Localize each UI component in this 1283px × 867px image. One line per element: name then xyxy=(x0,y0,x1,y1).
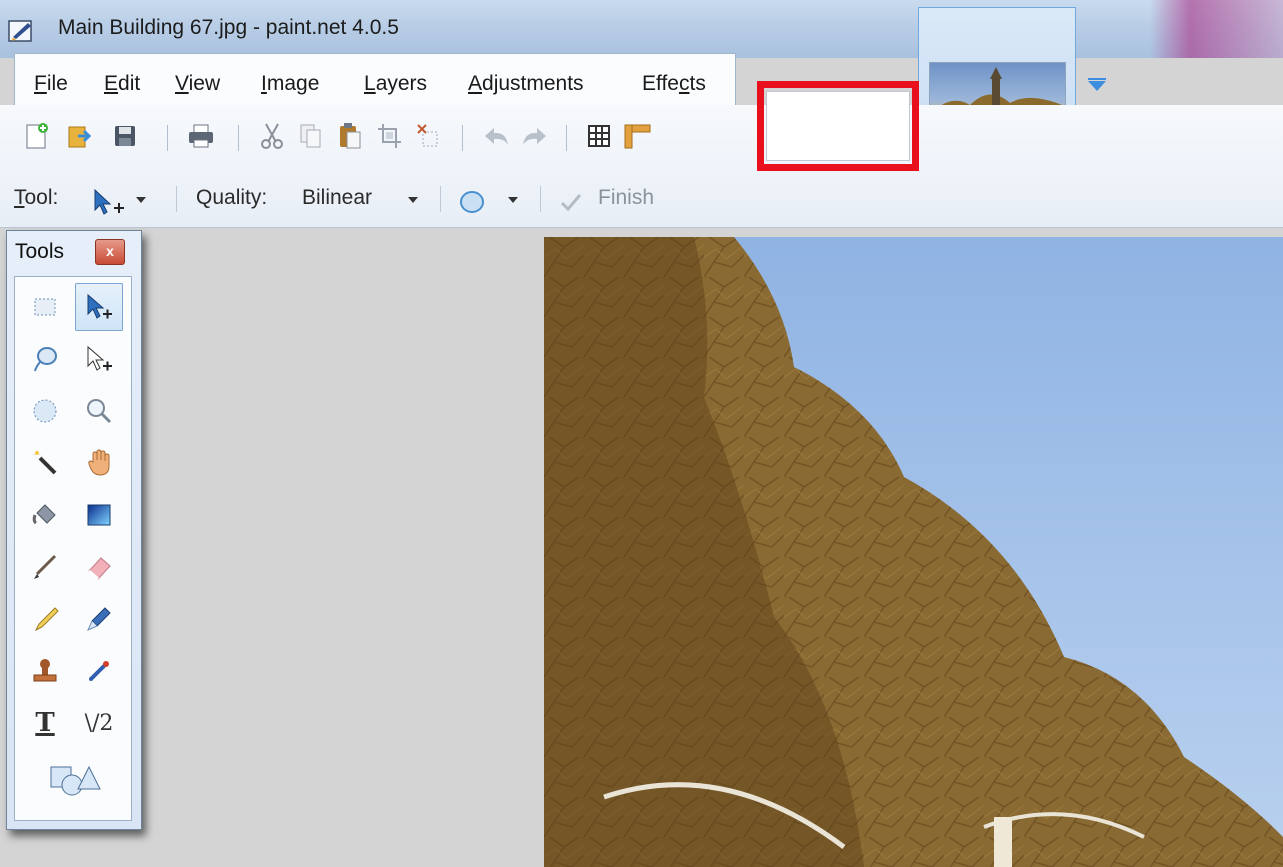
image-strip-dropdown-icon[interactable] xyxy=(1086,77,1108,95)
text-tool-icon[interactable]: T xyxy=(21,699,69,747)
deselect-icon[interactable] xyxy=(413,121,443,151)
new-icon[interactable] xyxy=(22,121,52,151)
grid-icon[interactable] xyxy=(584,121,614,151)
options-separator xyxy=(540,186,541,212)
pan-hand-icon[interactable] xyxy=(75,439,123,487)
close-icon[interactable]: x xyxy=(95,239,125,265)
antialiasing-icon[interactable] xyxy=(458,189,488,215)
move-selected-pixels-icon[interactable] xyxy=(75,283,123,331)
tools-panel: T \/2 xyxy=(14,276,132,821)
antialiasing-dropdown-arrow[interactable] xyxy=(508,197,518,203)
paste-icon[interactable] xyxy=(335,121,365,151)
paint-bucket-icon[interactable] xyxy=(21,491,69,539)
recolor-icon[interactable] xyxy=(75,647,123,695)
window-title: Main Building 67.jpg - paint.net 4.0.5 xyxy=(58,16,399,39)
magic-wand-icon[interactable] xyxy=(21,439,69,487)
menu-file[interactable]: File xyxy=(34,72,68,96)
color-picker-icon[interactable] xyxy=(75,595,123,643)
rectangle-select-icon[interactable] xyxy=(21,283,69,331)
menu-image[interactable]: Image xyxy=(261,72,319,96)
paintbrush-icon[interactable] xyxy=(21,543,69,591)
image-canvas[interactable] xyxy=(544,237,1283,867)
toolbar-separator xyxy=(566,125,567,151)
menu-layers[interactable]: Layers xyxy=(364,72,427,96)
undo-icon[interactable] xyxy=(481,121,511,151)
menu-edit[interactable]: Edit xyxy=(104,72,140,96)
options-separator xyxy=(440,186,441,212)
pencil-icon[interactable] xyxy=(21,595,69,643)
redo-icon[interactable] xyxy=(520,121,550,151)
ellipse-select-icon[interactable] xyxy=(21,387,69,435)
toolbar-separator xyxy=(167,125,168,151)
shapes-icon[interactable] xyxy=(45,755,105,803)
toolbar-separator xyxy=(462,125,463,151)
lasso-select-icon[interactable] xyxy=(21,335,69,383)
quality-label: Quality: xyxy=(196,186,268,209)
move-selection-icon[interactable] xyxy=(75,335,123,383)
tools-window[interactable]: Tools x T \/2 xyxy=(6,230,142,830)
save-icon[interactable] xyxy=(110,121,140,151)
current-tool-button[interactable] xyxy=(92,188,126,218)
title-bar: Main Building 67.jpg - paint.net 4.0.5 xyxy=(0,0,1283,58)
copy-icon[interactable] xyxy=(296,121,326,151)
crop-icon[interactable] xyxy=(374,121,404,151)
open-icon[interactable] xyxy=(64,121,94,151)
toolbar-separator xyxy=(238,125,239,151)
tool-label: Tool: xyxy=(14,186,59,209)
clone-stamp-icon[interactable] xyxy=(21,647,69,695)
background-window-blur xyxy=(1150,0,1283,58)
tool-options-bar: Tool: Quality: Bilinear Finish xyxy=(0,178,1283,220)
highlight-annotation-box xyxy=(757,81,919,171)
ruler-icon[interactable] xyxy=(622,121,652,151)
menu-view[interactable]: View xyxy=(175,72,220,96)
print-icon[interactable] xyxy=(186,121,216,151)
tools-window-title: Tools xyxy=(15,240,65,263)
line-curve-icon[interactable]: \/2 xyxy=(75,699,123,747)
cut-icon[interactable] xyxy=(257,121,287,151)
gradient-icon[interactable] xyxy=(75,491,123,539)
tool-dropdown-arrow[interactable] xyxy=(136,197,146,203)
eraser-icon[interactable] xyxy=(75,543,123,591)
quality-dropdown-arrow[interactable] xyxy=(408,197,418,203)
menu-effects[interactable]: Effects xyxy=(642,72,706,96)
quality-value[interactable]: Bilinear xyxy=(302,186,372,210)
zoom-icon[interactable] xyxy=(75,387,123,435)
checkmark-icon xyxy=(560,192,582,212)
menu-bar: File Edit View Image Layers Adjustments … xyxy=(14,53,736,105)
finish-button[interactable]: Finish xyxy=(598,186,654,210)
paintnet-app-icon xyxy=(8,20,32,42)
menu-adjustments[interactable]: Adjustments xyxy=(468,72,584,96)
options-separator xyxy=(176,186,177,212)
